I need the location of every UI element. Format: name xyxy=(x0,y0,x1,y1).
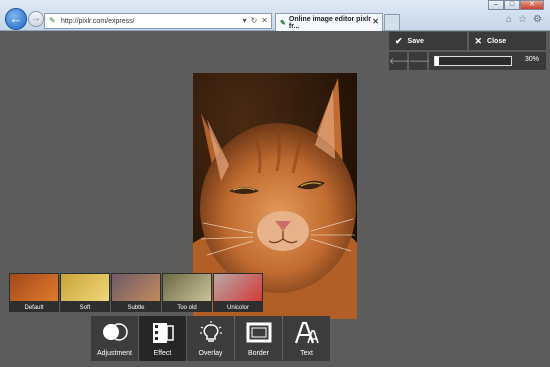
window-controls: – □ ✕ xyxy=(488,0,544,10)
effect-thumbnails: Default Soft Subtle Too old Unicolor xyxy=(9,273,263,312)
url-text: http://pixlr.com/express/ xyxy=(61,17,135,25)
browser-tab[interactable]: ✎ Online image editor pixlr fr... ✕ xyxy=(275,13,383,31)
zoom-bar: 🡐 🡒 30% xyxy=(389,52,546,70)
refresh-icon[interactable]: ↻ xyxy=(251,14,258,28)
tab-close-icon[interactable]: ✕ xyxy=(372,17,379,26)
effect-unicolor[interactable]: Unicolor xyxy=(213,273,263,312)
film-icon xyxy=(153,323,174,343)
tool-border[interactable]: Border xyxy=(235,316,282,361)
effect-label: Subtle xyxy=(127,305,145,311)
tool-bar: Adjustment Effect Overlay Border Text xyxy=(91,316,330,361)
dropdown-icon[interactable]: ▾ xyxy=(243,14,247,28)
minimize-button[interactable]: – xyxy=(488,0,504,10)
zoom-thumb[interactable] xyxy=(435,56,439,66)
zoom-slider[interactable]: 30% xyxy=(429,52,546,70)
tool-label: Text xyxy=(300,350,313,357)
tool-text[interactable]: Text xyxy=(283,316,330,361)
effect-soft[interactable]: Soft xyxy=(60,273,110,312)
effect-label: Unicolor xyxy=(226,305,249,311)
tool-overlay[interactable]: Overlay xyxy=(187,316,234,361)
tool-label: Adjustment xyxy=(96,350,133,357)
maximize-button[interactable]: □ xyxy=(504,0,520,10)
action-bar: ✔ Save ✕ Close xyxy=(389,32,546,50)
effect-preview xyxy=(112,274,160,301)
effect-preview xyxy=(10,274,58,301)
lightbulb-icon xyxy=(200,321,222,342)
tab-title: Online image editor pixlr fr... xyxy=(288,15,371,30)
close-label: Close xyxy=(487,37,507,45)
close-x-icon: ✕ xyxy=(474,35,483,46)
save-button[interactable]: ✔ Save xyxy=(389,32,467,50)
effect-label: Too old xyxy=(177,305,197,311)
site-icon: ✎ xyxy=(49,16,56,25)
effect-default[interactable]: Default xyxy=(9,273,59,312)
effect-subtle[interactable]: Subtle xyxy=(111,273,161,312)
zoom-value: 30% xyxy=(524,56,539,63)
border-frame-icon xyxy=(246,322,272,343)
forward-button[interactable]: → xyxy=(28,11,44,27)
address-controls: ▾ ↻ ✕ xyxy=(243,14,268,28)
back-button[interactable]: ← xyxy=(5,8,27,30)
browser-chrome: ← → ✎ http://pixlr.com/express/ ▾ ↻ ✕ ✎ … xyxy=(0,0,550,31)
close-button[interactable]: ✕ Close xyxy=(468,32,546,50)
tool-effect[interactable]: Effect xyxy=(139,316,186,361)
effect-label: Soft xyxy=(79,305,91,311)
text-icon xyxy=(294,321,319,344)
effect-preview xyxy=(163,274,211,301)
stop-icon[interactable]: ✕ xyxy=(261,14,268,28)
tool-label: Border xyxy=(247,350,269,357)
zoom-track[interactable] xyxy=(434,56,512,66)
favorites-star-icon[interactable]: ☆ xyxy=(518,14,527,25)
save-label: Save xyxy=(407,37,424,45)
adjustment-icon xyxy=(103,323,128,341)
window-close-button[interactable]: ✕ xyxy=(520,0,544,10)
address-bar[interactable]: ✎ http://pixlr.com/express/ ▾ ↻ ✕ xyxy=(44,13,272,29)
tool-label: Overlay xyxy=(198,350,223,357)
home-icon[interactable]: ⌂ xyxy=(506,14,512,25)
effect-preview xyxy=(61,274,109,301)
checkmark-icon: ✔ xyxy=(395,35,403,46)
redo-button[interactable]: 🡒 xyxy=(409,52,433,70)
browser-tools: ⌂ ☆ ⚙ xyxy=(506,14,542,25)
tab-site-icon: ✎ xyxy=(280,19,286,27)
tool-adjustment[interactable]: Adjustment xyxy=(91,316,138,361)
effect-too-old[interactable]: Too old xyxy=(162,273,212,312)
settings-gear-icon[interactable]: ⚙ xyxy=(533,14,542,25)
tool-label: Effect xyxy=(153,350,172,357)
undo-button[interactable]: 🡐 xyxy=(389,52,413,70)
effect-preview xyxy=(214,274,262,301)
new-tab-button[interactable] xyxy=(384,14,400,30)
effect-label: Default xyxy=(24,305,44,311)
